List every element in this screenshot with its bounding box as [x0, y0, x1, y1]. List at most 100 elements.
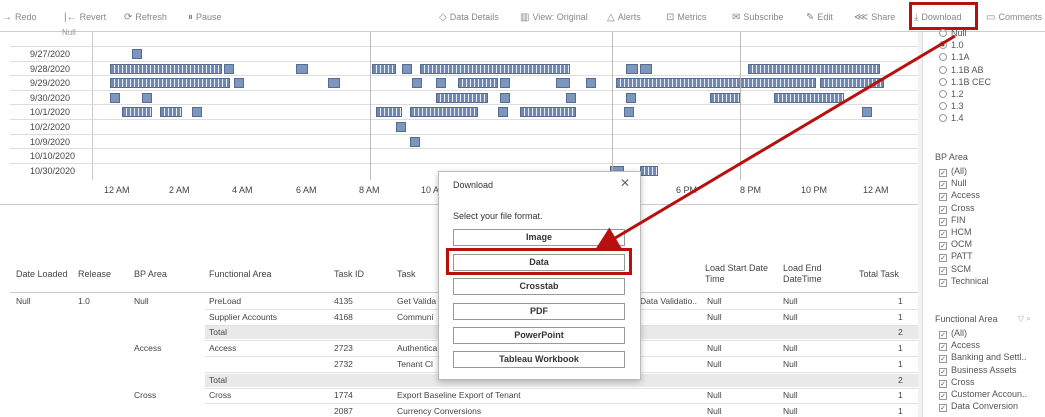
gantt-bar[interactable]	[710, 92, 740, 103]
gantt-bar[interactable]	[224, 63, 234, 74]
col-header[interactable]: Load End DateTime	[783, 263, 833, 285]
pdf-button[interactable]: PDF	[453, 303, 625, 320]
gantt-bar[interactable]	[110, 78, 230, 89]
col-header[interactable]: Date Loaded	[16, 269, 68, 280]
gantt-bar[interactable]	[402, 63, 412, 74]
close-icon[interactable]: ✕	[620, 176, 630, 190]
col-header[interactable]: BP Area	[134, 269, 167, 280]
gantt-bar[interactable]	[436, 78, 446, 89]
gantt-bar[interactable]	[640, 63, 652, 74]
release-option[interactable]: 1.1A	[939, 52, 970, 62]
option-label: 1.3	[951, 101, 964, 112]
filter-search-icon[interactable]: ▽ ⌕	[1018, 314, 1031, 324]
pause-button[interactable]: ⏸ Pause	[188, 10, 222, 24]
release-option[interactable]: 1.0	[939, 40, 964, 50]
redo-button[interactable]: → Redo	[2, 10, 37, 24]
gantt-bar[interactable]	[420, 63, 570, 74]
release-option[interactable]: Null	[939, 28, 967, 38]
edit-button[interactable]: ✎ Edit	[806, 10, 833, 24]
gantt-bar[interactable]	[624, 107, 634, 118]
col-header[interactable]: Task	[397, 269, 416, 280]
gantt-bar[interactable]	[626, 92, 636, 103]
gantt-bar[interactable]	[396, 122, 406, 132]
alerts-button[interactable]: △ Alerts	[607, 10, 641, 24]
gantt-bar[interactable]	[566, 92, 576, 103]
option-label: 1.1A	[951, 52, 970, 63]
checkbox-option[interactable]: ✓ (All)	[939, 166, 967, 177]
gantt-bar[interactable]	[500, 78, 510, 89]
gantt-bar[interactable]	[458, 78, 498, 89]
checkbox-option[interactable]: ✓ Cross	[939, 377, 975, 388]
gantt-bar[interactable]	[862, 107, 872, 118]
gantt-bar[interactable]	[410, 136, 420, 147]
checkbox-option[interactable]: ✓ FIN	[939, 215, 966, 226]
release-option[interactable]: 1.3	[939, 101, 964, 111]
checkbox-option[interactable]: ✓ Business Assets	[939, 365, 1017, 376]
table-cell: 4168	[334, 311, 353, 322]
checkbox-option[interactable]: ✓ Cross	[939, 203, 975, 214]
gantt-bar[interactable]	[412, 78, 422, 89]
checkbox-option[interactable]: ✓ PATT	[939, 251, 973, 263]
gantt-bar[interactable]	[160, 107, 182, 118]
gantt-bar[interactable]	[132, 49, 142, 59]
checkbox-icon: ✓	[939, 217, 947, 226]
gantt-bar[interactable]	[436, 92, 488, 103]
image-button[interactable]: Image	[453, 229, 625, 246]
gantt-bar[interactable]	[376, 107, 402, 118]
checkbox-option[interactable]: ✓ SCM	[939, 264, 971, 275]
gantt-bar[interactable]	[110, 92, 120, 103]
col-header[interactable]: Release	[78, 269, 111, 280]
refresh-button[interactable]: ⟳ Refresh	[124, 10, 167, 24]
checkbox-option[interactable]: ✓ Customer Accoun..	[939, 389, 1027, 400]
checkbox-option[interactable]: ✓ OCM	[939, 239, 972, 251]
gantt-bar[interactable]	[774, 92, 844, 103]
checkbox-option[interactable]: ✓ Access	[939, 340, 980, 352]
gantt-bar[interactable]	[626, 63, 638, 74]
gantt-bar[interactable]	[122, 107, 152, 118]
subscribe-button[interactable]: ✉ Subscribe	[732, 10, 783, 24]
data-details-button[interactable]: ◇ Data Details	[439, 10, 499, 24]
checkbox-option[interactable]: ✓ Technical	[939, 276, 989, 287]
gantt-bar[interactable]	[372, 63, 396, 74]
checkbox-option[interactable]: ✓ (All)	[939, 328, 967, 339]
gantt-bar[interactable]	[586, 78, 596, 89]
gantt-bar[interactable]	[500, 92, 510, 103]
metrics-button[interactable]: ⊡ Metrics	[666, 10, 706, 24]
option-label: Business Assets	[951, 364, 1017, 375]
release-option[interactable]: 1.2	[939, 89, 964, 99]
release-option[interactable]: 1.4	[939, 113, 964, 123]
gantt-bar[interactable]	[640, 165, 658, 176]
gantt-bar[interactable]	[192, 107, 202, 118]
checkbox-option[interactable]: ✓ Access	[939, 190, 980, 202]
view-original-button[interactable]: ▥ View: Original	[520, 10, 588, 24]
comments-button[interactable]: ▭ Comments	[986, 10, 1042, 24]
checkbox-option[interactable]: ✓ Banking and Settl..	[939, 352, 1027, 364]
gantt-bar[interactable]	[110, 63, 222, 74]
gantt-bar[interactable]	[748, 63, 880, 74]
gantt-bar[interactable]	[520, 107, 576, 118]
gantt-bar[interactable]	[498, 107, 508, 118]
col-header[interactable]: Functional Area	[209, 269, 272, 280]
crosstab-button[interactable]: Crosstab	[453, 278, 625, 295]
gantt-bar[interactable]	[142, 92, 152, 103]
release-option[interactable]: 1.1B CEC	[939, 77, 991, 87]
gantt-bar[interactable]	[234, 78, 244, 89]
col-header[interactable]: Total Task	[859, 269, 899, 280]
gantt-bar[interactable]	[820, 78, 884, 89]
powerpoint-button[interactable]: PowerPoint	[453, 327, 625, 344]
release-option[interactable]: 1.1B AB	[939, 65, 984, 75]
gantt-bar[interactable]	[328, 78, 340, 89]
share-button[interactable]: ⋘ Share	[854, 10, 895, 24]
gantt-bar[interactable]	[296, 63, 308, 74]
gantt-bar[interactable]	[410, 107, 478, 118]
col-header[interactable]: Load Start Date Time	[705, 263, 775, 285]
revert-button[interactable]: |← Revert	[64, 10, 106, 24]
checkbox-option[interactable]: ✓ Null	[939, 178, 967, 190]
download-highlight-box	[909, 2, 978, 30]
gantt-bar[interactable]	[616, 78, 816, 89]
checkbox-option[interactable]: ✓ HCM	[939, 227, 972, 238]
checkbox-option[interactable]: ✓ Data Conversion	[939, 401, 1018, 413]
gantt-bar[interactable]	[556, 78, 570, 89]
col-header[interactable]: Task ID	[334, 269, 364, 280]
tableau-workbook-button[interactable]: Tableau Workbook	[453, 351, 625, 368]
